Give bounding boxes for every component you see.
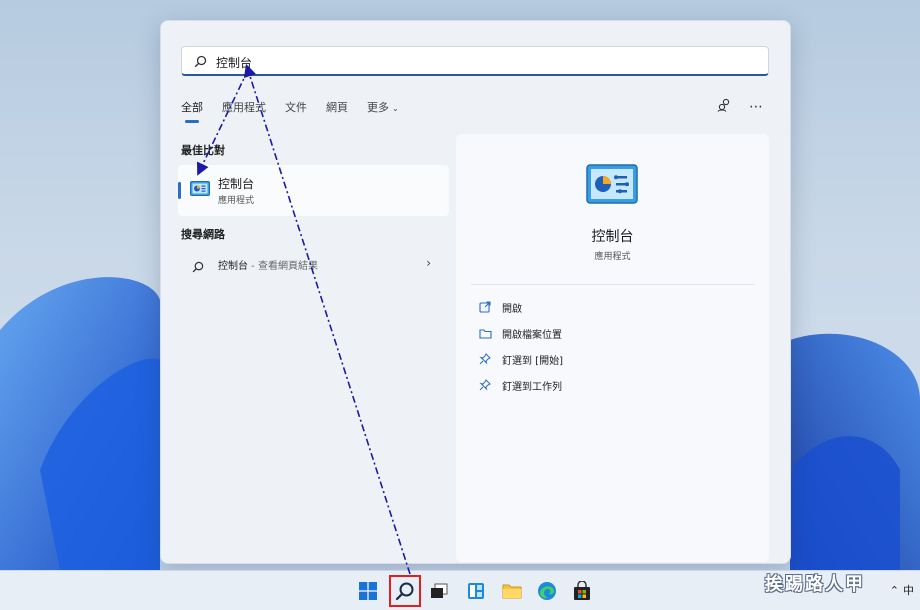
action-pin-to-taskbar-label: 釘選到工作列 [502,381,562,393]
tab-more-label: 更多 [367,101,389,114]
action-open-file-location[interactable]: 開啟檔案位置 [478,323,562,343]
detail-subtitle: 應用程式 [594,252,631,262]
widgets-icon [468,583,484,599]
edge-icon [538,582,556,600]
web-result-query: 控制台 [218,261,248,272]
action-pin-to-taskbar[interactable]: 釘選到工作列 [478,375,562,395]
file-explorer-button[interactable] [497,576,527,606]
panel-toolbar: ⋯ [717,97,764,116]
web-result-text: 控制台 - 查看網頁結果 [218,257,318,272]
search-icon [194,53,207,72]
task-view-icon [431,583,448,598]
tab-documents[interactable]: 文件 [285,99,307,123]
chevron-down-icon: ⌄ [392,104,399,113]
open-external-icon [478,300,492,314]
best-match-name: 控制台 [218,177,255,191]
web-search-result[interactable]: 控制台 - 查看網頁結果 › [178,251,449,277]
watermark: 挨踢路人甲 [765,574,865,595]
action-pin-to-start[interactable]: 釘選到 [開始] [478,349,563,369]
show-hidden-icons-icon[interactable]: ⌃ [890,584,899,597]
store-button[interactable] [567,576,597,606]
detail-pane: 控制台 應用程式 開啟 開啟檔案位置 釘選到 [開始] 釘選到工作列 [456,134,769,562]
web-result-suffix: - 查看網頁結果 [248,261,318,272]
folder-icon [478,326,492,340]
search-web-heading: 搜尋網路 [181,228,225,241]
action-pin-to-start-label: 釘選到 [開始] [502,355,563,367]
edge-browser-button[interactable] [532,576,562,606]
folder-icon [502,584,522,599]
divider [471,284,754,285]
search-icon [395,582,414,601]
chevron-right-icon: › [426,256,431,270]
taskbar-search-button[interactable] [389,575,421,607]
tab-more[interactable]: 更多 ⌄ [367,99,399,123]
action-open-label: 開啟 [502,303,522,315]
account-switch-icon[interactable] [717,97,731,116]
tab-apps[interactable]: 應用程式 [222,99,266,123]
widgets-button[interactable] [461,576,491,606]
search-input[interactable] [214,50,758,74]
start-button[interactable] [353,576,383,606]
system-tray: ⌃ 中 [890,582,914,598]
best-match-type: 應用程式 [218,196,255,206]
windows-logo-icon [359,582,377,600]
action-open[interactable]: 開啟 [478,297,522,317]
filter-tabs: 全部 應用程式 文件 網頁 更多 ⌄ [181,99,418,123]
control-panel-icon [190,181,210,202]
tab-web[interactable]: 網頁 [326,99,348,123]
best-match-result[interactable]: 控制台 應用程式 [178,165,449,216]
search-icon [192,258,204,277]
task-view-button[interactable] [424,576,454,606]
pin-icon [478,378,492,392]
best-match-heading: 最佳比對 [181,144,225,157]
action-open-file-location-label: 開啟檔案位置 [502,329,562,341]
detail-title: 控制台 [591,229,634,245]
control-panel-icon [586,164,638,212]
selection-indicator [178,182,181,199]
ime-indicator[interactable]: 中 [903,584,914,597]
more-options-icon[interactable]: ⋯ [749,99,764,115]
tab-all[interactable]: 全部 [181,99,203,123]
pin-icon [478,352,492,366]
search-box[interactable] [181,46,769,76]
search-panel: 全部 應用程式 文件 網頁 更多⌄ ⋯ 最佳比對 控制台 應用程式 搜尋網路 控… [160,20,791,564]
store-icon [574,581,590,600]
